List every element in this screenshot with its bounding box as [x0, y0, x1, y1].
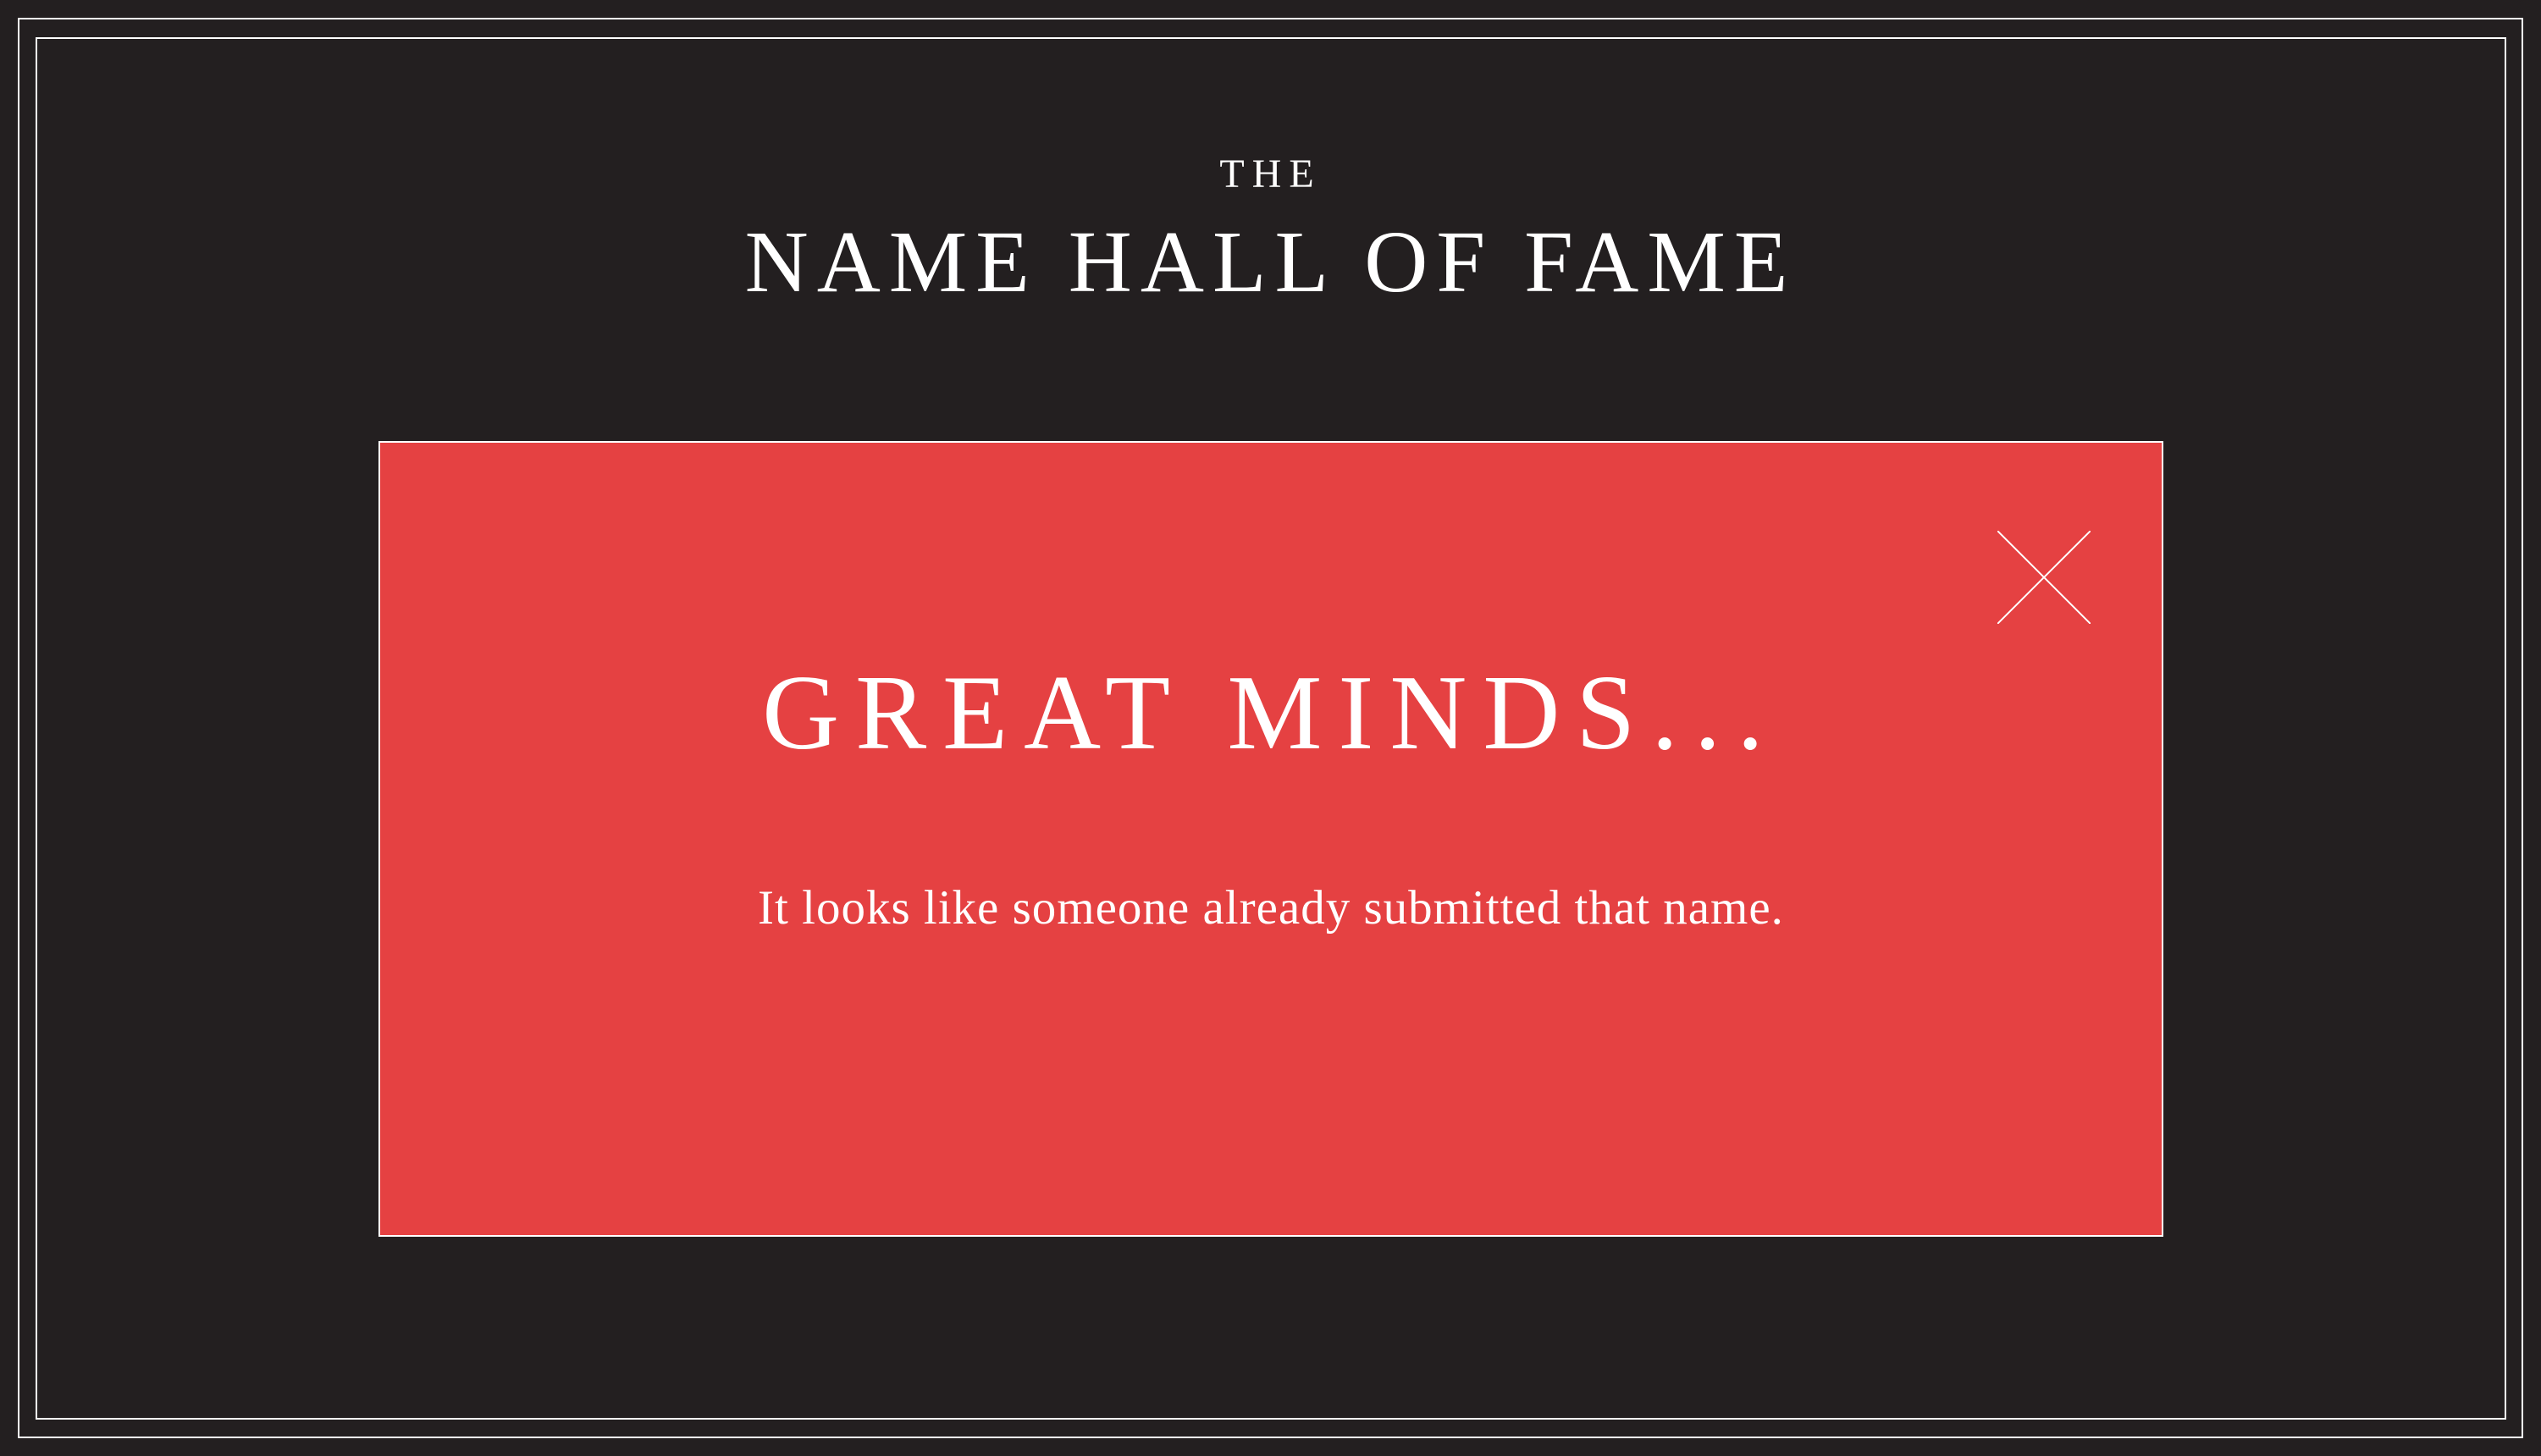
header-kicker: THE: [1219, 152, 1322, 196]
page: THE NAME HALL OF FAME GREAT MINDS... It …: [0, 0, 2541, 1456]
dialog-title: GREAT MINDS...: [762, 654, 1780, 772]
close-icon: [1997, 531, 2091, 624]
site-header: THE NAME HALL OF FAME: [0, 144, 2541, 318]
site-title: NAME HALL OF FAME: [744, 213, 1797, 311]
duplicate-name-dialog: GREAT MINDS... It looks like someone alr…: [378, 441, 2163, 1237]
dialog-message: It looks like someone already submitted …: [758, 881, 1784, 935]
close-button[interactable]: [1997, 531, 2091, 624]
